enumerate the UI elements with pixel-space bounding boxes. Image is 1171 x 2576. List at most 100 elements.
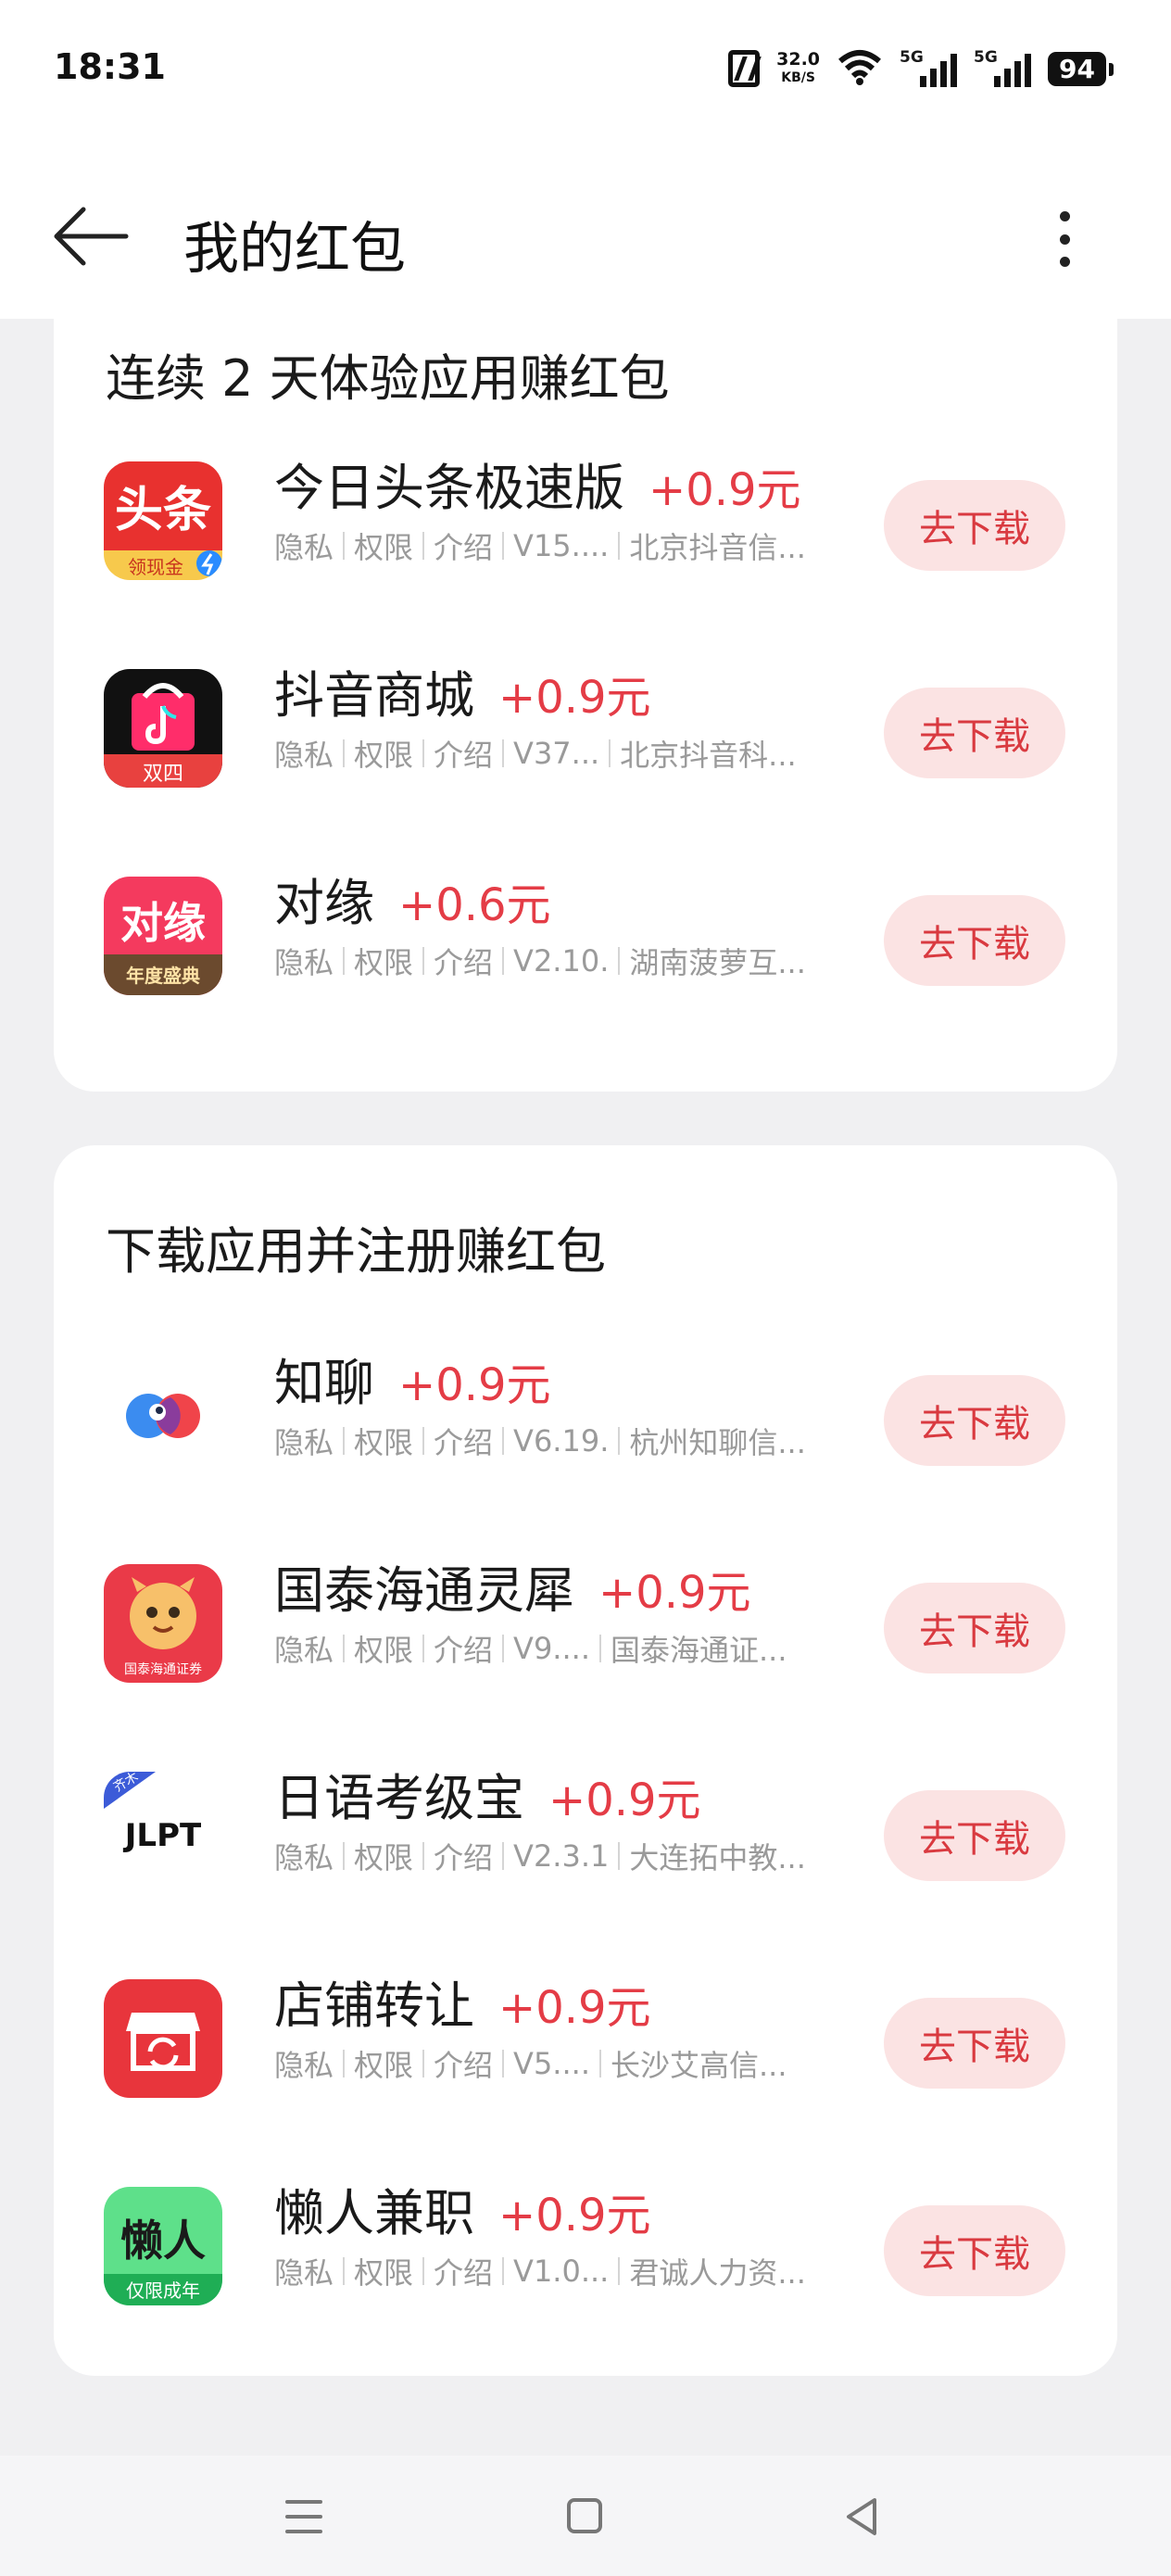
app-row[interactable]: 双四 抖音商城 +0.9元 隐私 权限 介绍 V37... 北京抖音科... 去下… (54, 623, 1117, 808)
net-speed: 32.0 KB/S (776, 49, 821, 85)
signal-icon-2: 5G (974, 48, 1032, 87)
dot-icon (1059, 234, 1070, 245)
arrow-left-icon (54, 207, 129, 266)
toutiao-lite-icon: 头条 领现金 (104, 461, 222, 580)
app-version: V1.0... (513, 2254, 610, 2289)
svg-text:仅限成年: 仅限成年 (126, 2279, 200, 2302)
app-meta: 隐私 权限 介绍 V9.... 国泰海通证... (274, 1627, 787, 1670)
reward-amount: +0.9元 (598, 1567, 751, 1619)
permissions-link[interactable]: 权限 (354, 2042, 413, 2085)
intro-link[interactable]: 介绍 (434, 1420, 493, 1462)
privacy-link[interactable]: 隐私 (274, 1420, 334, 1462)
reward-amount: +0.9元 (648, 464, 801, 516)
home-button[interactable] (567, 2498, 602, 2533)
app-row[interactable]: 懒人 仅限成年 懒人兼职 +0.9元 隐私 权限 介绍 V1.0... 君诚人力资… (54, 2140, 1117, 2326)
download-button[interactable]: 去下载 (884, 480, 1065, 571)
reward-amount: +0.9元 (498, 1982, 651, 2034)
permissions-link[interactable]: 权限 (354, 1420, 413, 1462)
permissions-link[interactable]: 权限 (354, 524, 413, 567)
section-card-download-register: 下载应用并注册赚红包 知聊 +0.9元 隐私 权限 介绍 V6.19. 杭州知聊信… (54, 1145, 1117, 2376)
developer-name: 湖南菠萝互... (629, 945, 806, 980)
developer-name: 杭州知聊信... (629, 1425, 806, 1460)
menu-line-icon (285, 2515, 322, 2519)
app-name: 知聊 +0.9元 (274, 1354, 551, 1412)
app-meta: 隐私 权限 介绍 V37... 北京抖音科... (274, 732, 797, 775)
recents-button[interactable] (285, 2500, 322, 2533)
menu-line-icon (285, 2500, 322, 2504)
privacy-link[interactable]: 隐私 (274, 524, 334, 567)
intro-link[interactable]: 介绍 (434, 732, 493, 775)
download-button[interactable]: 去下载 (884, 1998, 1065, 2089)
svg-text:年度盛典: 年度盛典 (126, 965, 200, 987)
app-row[interactable]: 头条 领现金 今日头条极速版 +0.9元 隐私 权限 介绍 V15.... 北京抖… (54, 415, 1117, 600)
privacy-link[interactable]: 隐私 (274, 732, 334, 775)
app-row[interactable]: 齐木 JLPT 日语考级宝 +0.9元 隐私 权限 介绍 V2.3.1 大连拓中教… (54, 1725, 1117, 1911)
reward-amount: +0.9元 (548, 1774, 701, 1826)
app-meta: 隐私 权限 介绍 V2.3.1 大连拓中教... (274, 1835, 806, 1877)
section-title: 下载应用并注册赚红包 (106, 1222, 606, 1281)
guotai-lingxi-icon: 国泰海通证券 (104, 1564, 222, 1683)
reward-amount: +0.9元 (398, 1359, 551, 1411)
permissions-link[interactable]: 权限 (354, 1627, 413, 1670)
battery-icon: 94 (1048, 51, 1114, 86)
app-version: V9.... (513, 1631, 590, 1666)
section-card-consecutive-days: 连续 2 天体验应用赚红包 头条 领现金 今日头条极速版 +0.9元 隐私 权限 … (54, 278, 1117, 1092)
app-version: V6.19. (513, 1423, 610, 1458)
intro-link[interactable]: 介绍 (434, 2042, 493, 2085)
zhiliao-icon (104, 1357, 222, 1475)
developer-name: 君诚人力资... (629, 2255, 806, 2291)
intro-link[interactable]: 介绍 (434, 940, 493, 982)
download-button[interactable]: 去下载 (884, 1375, 1065, 1466)
download-button[interactable]: 去下载 (884, 1583, 1065, 1673)
intro-link[interactable]: 介绍 (434, 1627, 493, 1670)
nav-back-button[interactable] (843, 2496, 880, 2537)
intro-link[interactable]: 介绍 (434, 524, 493, 567)
developer-name: 长沙艾高信... (610, 2048, 787, 2083)
download-button[interactable]: 去下载 (884, 688, 1065, 778)
svg-text:懒人: 懒人 (120, 2216, 206, 2266)
shop-transfer-icon (104, 1979, 222, 2098)
permissions-link[interactable]: 权限 (354, 1835, 413, 1877)
download-button[interactable]: 去下载 (884, 1790, 1065, 1881)
privacy-link[interactable]: 隐私 (274, 2250, 334, 2292)
app-version: V2.10. (513, 943, 610, 979)
svg-text:头条: 头条 (115, 483, 211, 538)
download-button[interactable]: 去下载 (884, 895, 1065, 986)
douyin-mall-icon: 双四 (104, 669, 222, 788)
app-row[interactable]: 对缘 年度盛典 对缘 +0.6元 隐私 权限 介绍 V2.10. 湖南菠萝互...… (54, 830, 1117, 1016)
app-meta: 隐私 权限 介绍 V1.0... 君诚人力资... (274, 2250, 806, 2292)
privacy-link[interactable]: 隐私 (274, 1835, 334, 1877)
system-nav-bar (0, 2456, 1171, 2576)
jlpt-icon: 齐木 JLPT (104, 1772, 222, 1890)
app-row[interactable]: 国泰海通证券 国泰海通灵犀 +0.9元 隐私 权限 介绍 V9.... 国泰海通证… (54, 1518, 1117, 1703)
intro-link[interactable]: 介绍 (434, 1835, 493, 1877)
app-name: 抖音商城 +0.9元 (274, 666, 651, 725)
intro-link[interactable]: 介绍 (434, 2250, 493, 2292)
app-version: V37... (513, 736, 600, 771)
svg-text:对缘: 对缘 (120, 898, 206, 948)
permissions-link[interactable]: 权限 (354, 732, 413, 775)
permissions-link[interactable]: 权限 (354, 940, 413, 982)
app-version: V5.... (513, 2046, 590, 2081)
privacy-link[interactable]: 隐私 (274, 940, 334, 982)
status-time: 18:31 (54, 46, 166, 87)
privacy-link[interactable]: 隐私 (274, 2042, 334, 2085)
app-name: 懒人兼职 +0.9元 (274, 2184, 651, 2242)
page-title: 我的红包 (183, 217, 406, 282)
app-row[interactable]: 知聊 +0.9元 隐私 权限 介绍 V6.19. 杭州知聊信... 去下载 (54, 1310, 1117, 1496)
status-icons: 32.0 KB/S 5G 5G 94 (728, 48, 1114, 89)
svg-text:国泰海通证券: 国泰海通证券 (124, 1662, 202, 1677)
signal-icon-1: 5G (900, 48, 958, 87)
dot-icon (1059, 211, 1070, 221)
app-row[interactable]: 店铺转让 +0.9元 隐私 权限 介绍 V5.... 长沙艾高信... 去下载 (54, 1933, 1117, 2118)
download-button[interactable]: 去下载 (884, 2205, 1065, 2296)
back-button[interactable] (52, 204, 130, 269)
permissions-link[interactable]: 权限 (354, 2250, 413, 2292)
nfc-icon (728, 50, 761, 87)
app-version: V2.3.1 (513, 1838, 610, 1874)
app-meta: 隐私 权限 介绍 V2.10. 湖南菠萝互... (274, 940, 806, 982)
app-meta: 隐私 权限 介绍 V6.19. 杭州知聊信... (274, 1420, 806, 1462)
more-options-button[interactable] (1051, 211, 1078, 267)
app-name: 店铺转让 +0.9元 (274, 1976, 651, 2035)
privacy-link[interactable]: 隐私 (274, 1627, 334, 1670)
